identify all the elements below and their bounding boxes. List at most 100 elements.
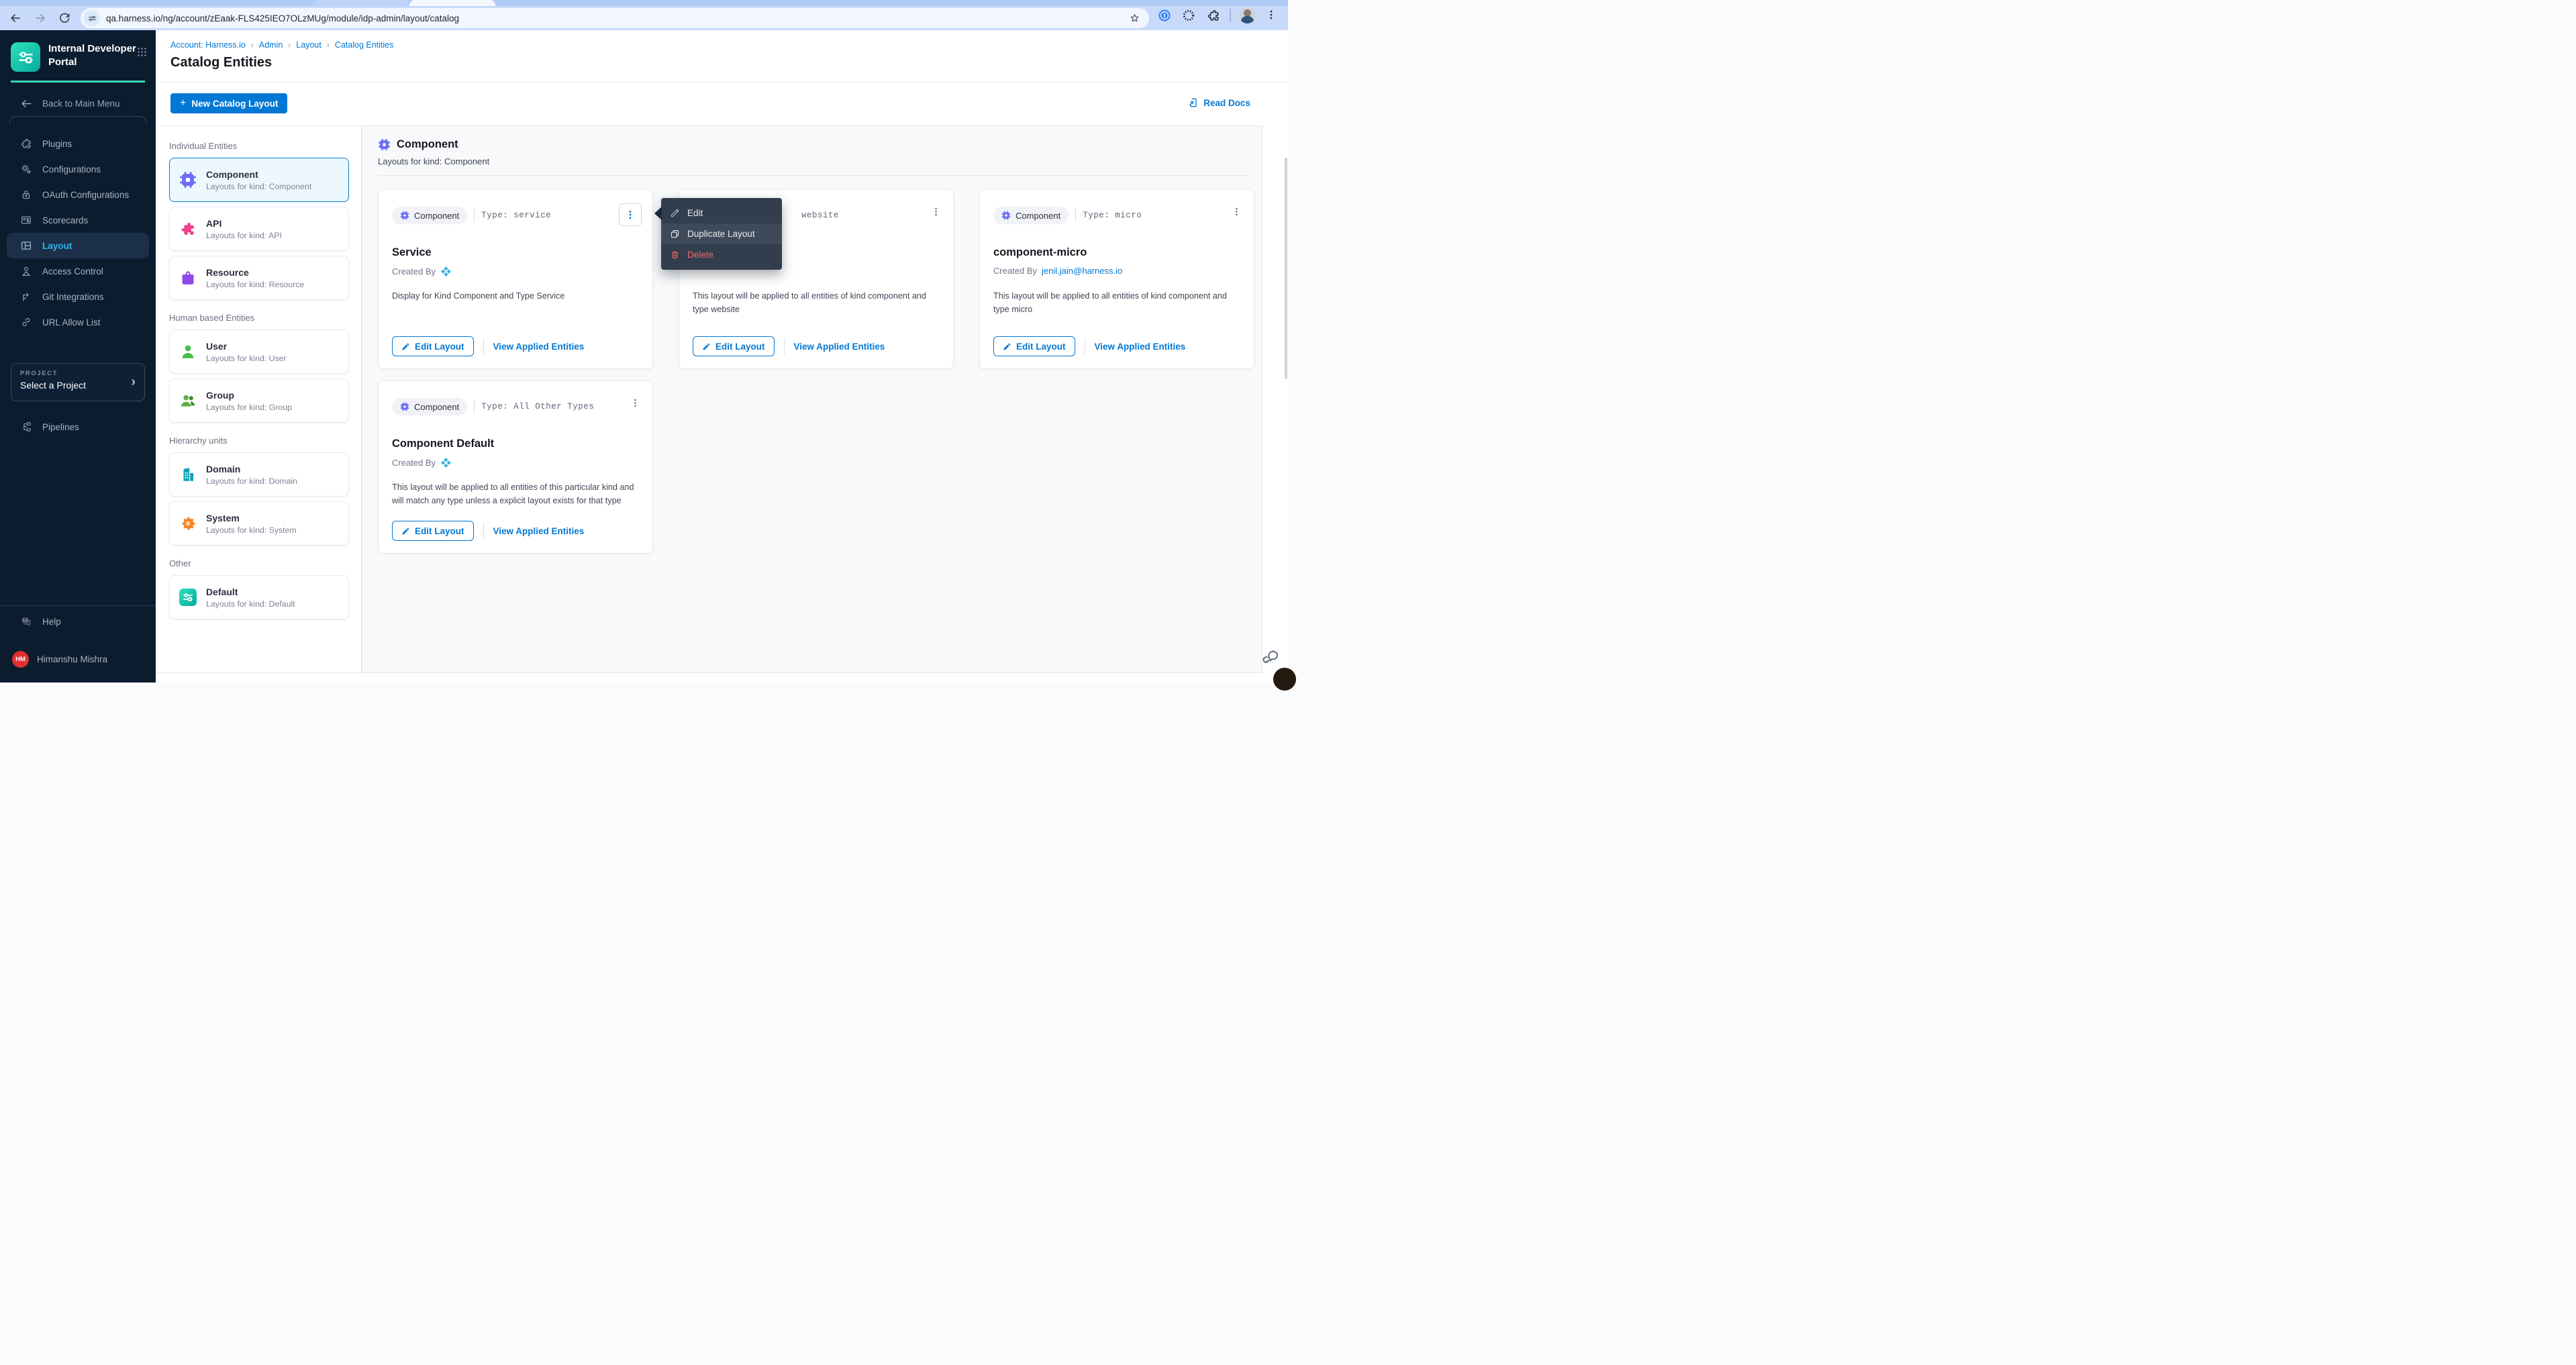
kind-chip: Component [993, 207, 1069, 224]
menu-item-delete[interactable]: Delete [661, 244, 782, 265]
kind-heading: Component [397, 138, 458, 151]
sidebar-item-plugins[interactable]: Plugins [0, 131, 156, 156]
extension-spinner-icon[interactable] [1182, 9, 1195, 22]
chat-support-icon[interactable] [1261, 647, 1279, 665]
chevron-right-icon: › [251, 40, 254, 50]
copy-icon [670, 229, 680, 239]
sidebar-item-scorecards[interactable]: Scorecards [0, 207, 156, 233]
module-grid-icon[interactable] [136, 46, 148, 58]
entity-card-component[interactable]: Component Layouts for kind: Component [169, 158, 349, 202]
sidebar-item-layout[interactable]: Layout [7, 233, 149, 258]
footer-divider [483, 523, 484, 539]
brand-divider [11, 81, 145, 83]
breadcrumb-layout[interactable]: Layout [296, 40, 321, 50]
browser-active-tab[interactable] [409, 0, 495, 6]
help-chat-icon: ? [20, 615, 32, 627]
browser-profile-avatar[interactable] [1239, 7, 1256, 23]
edit-layout-button[interactable]: Edit Layout [392, 521, 474, 541]
card-menu-kebab-icon[interactable] [619, 203, 642, 226]
breadcrumb-admin[interactable]: Admin [259, 40, 283, 50]
sidebar-item-git-integrations[interactable]: Git Integrations [0, 284, 156, 309]
browser-menu-kebab-icon[interactable] [1265, 8, 1277, 21]
entity-card-domain[interactable]: Domain Layouts for kind: Domain [169, 452, 349, 497]
trash-icon [670, 250, 680, 260]
sidebar-item-pipelines[interactable]: Pipelines [0, 414, 156, 440]
sidebar-item-help[interactable]: ? Help [0, 609, 156, 634]
entity-card-group[interactable]: Group Layouts for kind: Group [169, 378, 349, 423]
scorecard-icon [20, 214, 32, 226]
view-applied-entities-link[interactable]: View Applied Entities [794, 342, 885, 352]
layout-card-component-default: Component Type: All Other Types Componen… [378, 381, 653, 554]
card-menu-kebab-icon[interactable] [630, 397, 640, 409]
user-avatar: HM [12, 651, 29, 668]
arrow-left-icon [20, 97, 33, 110]
breadcrumb: Account: Harness.io › Admin › Layout › C… [170, 40, 393, 50]
plus-icon: + [180, 97, 186, 109]
menu-item-duplicate-layout[interactable]: Duplicate Layout [661, 223, 782, 244]
view-applied-entities-link[interactable]: View Applied Entities [493, 342, 585, 352]
card-menu-kebab-icon[interactable] [1232, 206, 1242, 217]
back-icon[interactable] [9, 11, 22, 25]
entity-name: Default [206, 587, 295, 597]
extensions-puzzle-icon[interactable] [1207, 9, 1220, 22]
reload-icon[interactable] [58, 11, 71, 25]
sidebar-item-oauth-configurations[interactable]: OAuth Configurations [0, 182, 156, 207]
breadcrumb-account[interactable]: Account: Harness.io [170, 40, 246, 50]
link-icon [20, 316, 32, 328]
url-text[interactable]: qa.harness.io/ng/account/zEaak-FLS425IEO… [106, 13, 1128, 23]
harness-mark-icon [440, 266, 452, 277]
gear-icon [179, 515, 197, 532]
layout-title: Service [392, 246, 432, 259]
entity-name: API [206, 218, 282, 229]
meta-divider [474, 209, 475, 222]
entity-card-default[interactable]: Default Layouts for kind: Default [169, 575, 349, 619]
layout-icon [20, 240, 32, 252]
user-profile[interactable]: HM Himanshu Mishra [12, 651, 107, 668]
view-applied-entities-link[interactable]: View Applied Entities [1095, 342, 1186, 352]
browser-tab[interactable] [312, 0, 409, 6]
created-by-email-link[interactable]: jenil.jain@harness.io [1042, 266, 1122, 276]
project-selector[interactable]: PROJECT Select a Project [11, 363, 145, 401]
section-divider [378, 175, 1248, 176]
footer-divider [784, 338, 785, 354]
breadcrumb-catalog-entities[interactable]: Catalog Entities [335, 40, 394, 50]
person-icon [20, 265, 32, 277]
url-bar[interactable]: qa.harness.io/ng/account/zEaak-FLS425IEO… [81, 8, 1149, 28]
edit-layout-button[interactable]: Edit Layout [993, 336, 1075, 356]
layout-title: Component Default [392, 438, 494, 450]
read-docs-link[interactable]: Read Docs [1188, 97, 1250, 108]
entity-card-user[interactable]: User Layouts for kind: User [169, 330, 349, 374]
entity-name: Resource [206, 267, 304, 278]
entity-card-system[interactable]: System Layouts for kind: System [169, 501, 349, 546]
layout-description: This layout will be applied to all entit… [693, 289, 941, 316]
chevron-right-icon: › [288, 40, 291, 50]
edit-layout-button[interactable]: Edit Layout [392, 336, 474, 356]
section-label: Other [169, 558, 349, 568]
chip-icon [400, 211, 409, 220]
entity-kind-label: Layouts for kind: API [206, 231, 282, 240]
git-fork-icon [20, 291, 32, 303]
pencil-icon [401, 342, 410, 351]
puzzle-icon [179, 220, 197, 238]
site-settings-icon[interactable] [84, 10, 100, 26]
bookmark-star-icon[interactable] [1128, 12, 1141, 25]
password-manager-icon[interactable] [1158, 9, 1171, 22]
edit-layout-button[interactable]: Edit Layout [693, 336, 775, 356]
pencil-icon [1003, 342, 1011, 351]
entity-card-api[interactable]: API Layouts for kind: API [169, 207, 349, 251]
card-menu-kebab-icon[interactable] [931, 206, 941, 217]
new-catalog-layout-button[interactable]: + New Catalog Layout [170, 93, 287, 113]
menu-item-edit[interactable]: Edit [661, 203, 782, 223]
forward-icon[interactable] [34, 11, 47, 25]
entity-card-resource[interactable]: Resource Layouts for kind: Resource [169, 256, 349, 300]
chip-icon [400, 402, 409, 411]
view-applied-entities-link[interactable]: View Applied Entities [493, 526, 585, 536]
sidebar-item-url-allow-list[interactable]: URL Allow List [0, 309, 156, 335]
sidebar-item-configurations[interactable]: Configurations [0, 156, 156, 182]
entity-name: System [206, 513, 297, 523]
footer-divider [483, 338, 484, 354]
sidebar-item-access-control[interactable]: Access Control [0, 258, 156, 284]
scrollbar[interactable] [1285, 158, 1287, 379]
widget-corner [1273, 668, 1296, 691]
back-to-main-menu[interactable]: Back to Main Menu [20, 96, 120, 111]
